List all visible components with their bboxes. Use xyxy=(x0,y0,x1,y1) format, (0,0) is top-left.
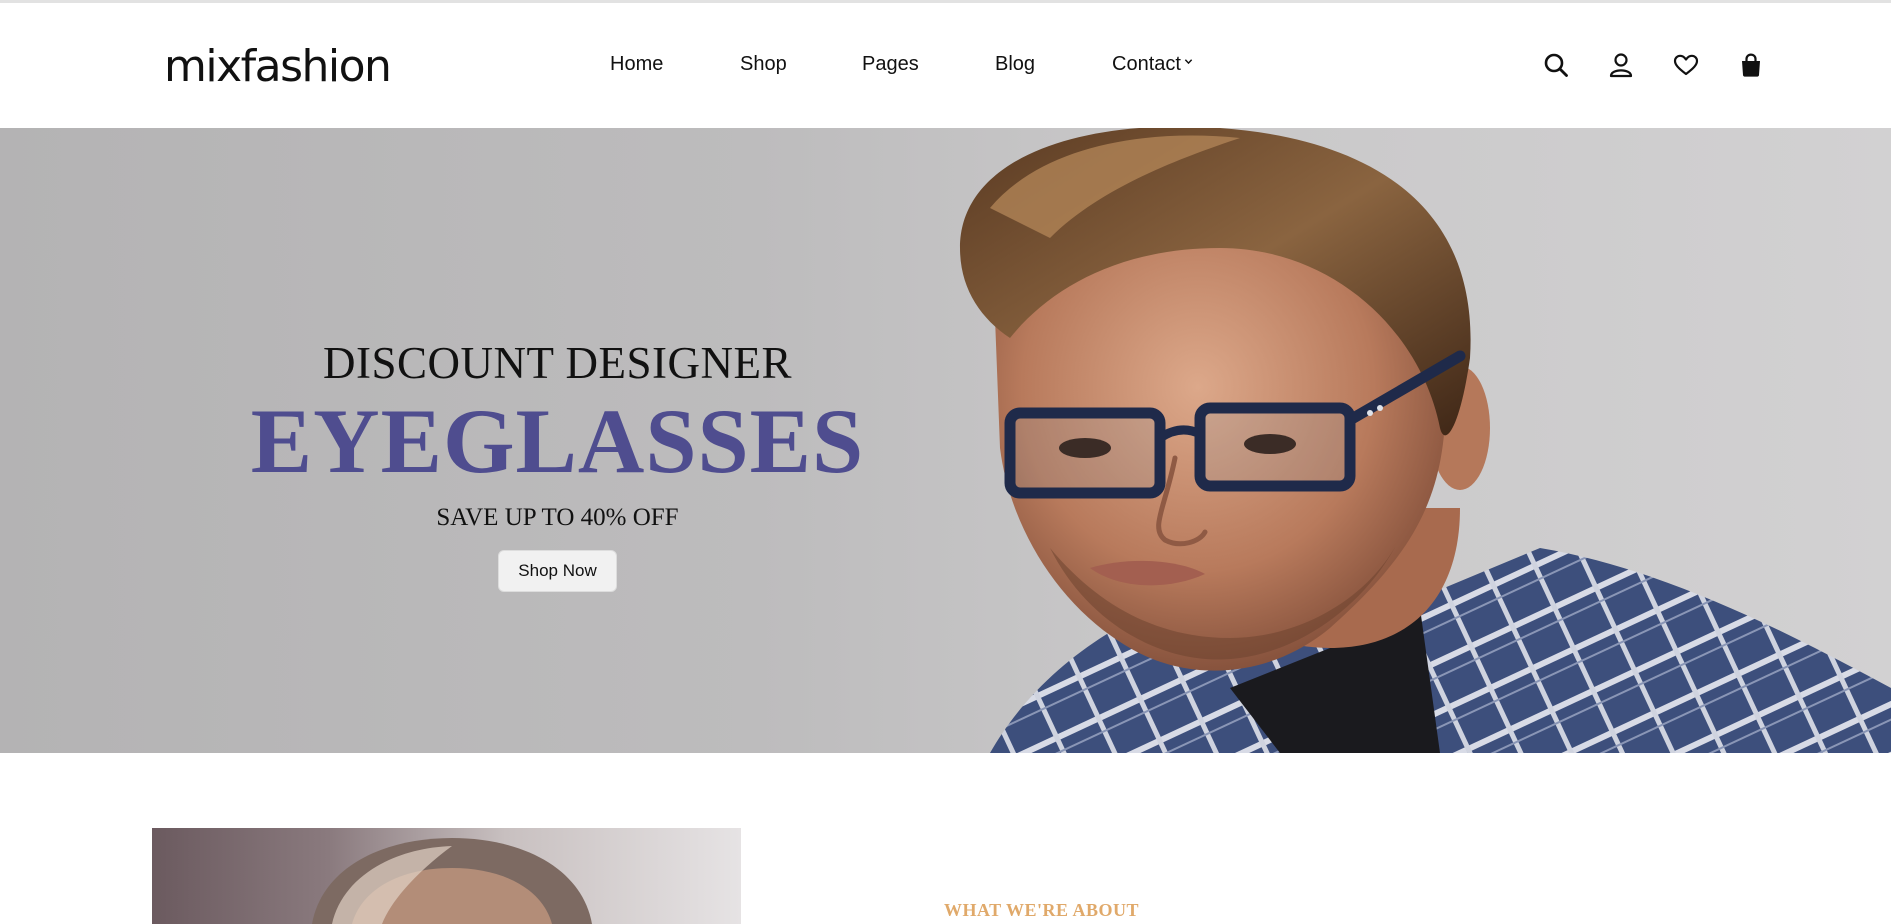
header-icons xyxy=(0,51,1891,83)
search-icon[interactable] xyxy=(1542,51,1570,79)
shopping-bag-icon[interactable] xyxy=(1737,51,1765,79)
hero-banner: DISCOUNT DESIGNER EYEGLASSES SAVE UP TO … xyxy=(0,128,1891,753)
heart-icon[interactable] xyxy=(1672,51,1700,79)
hero-subline: SAVE UP TO 40% OFF xyxy=(436,504,679,531)
shop-now-button[interactable]: Shop Now xyxy=(498,550,617,592)
woman-photo xyxy=(312,838,592,924)
site-header: mixfashion Home Shop Pages Blog Contact xyxy=(0,3,1891,128)
user-icon[interactable] xyxy=(1607,51,1635,79)
hero-copy: DISCOUNT DESIGNER EYEGLASSES SAVE UP TO … xyxy=(200,338,915,592)
hero-kicker: DISCOUNT DESIGNER xyxy=(323,338,792,388)
about-image xyxy=(152,828,741,924)
hero-model-photo xyxy=(960,128,1891,753)
about-kicker: WHAT WE'RE ABOUT xyxy=(944,900,1140,920)
hero-headline: EYEGLASSES xyxy=(250,390,865,492)
